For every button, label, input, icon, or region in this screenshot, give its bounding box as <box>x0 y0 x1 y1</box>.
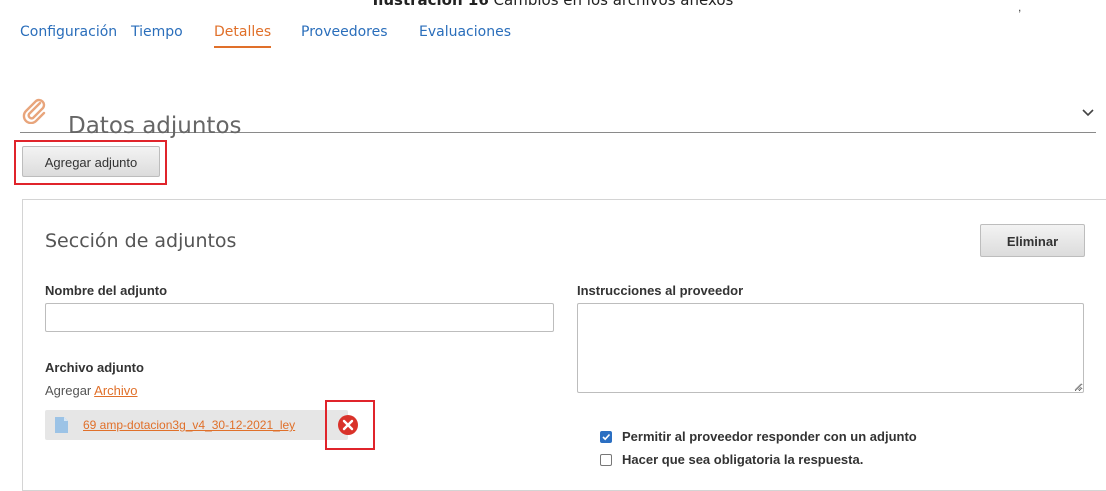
attachment-name-input[interactable] <box>45 303 554 332</box>
caption-text: Cambios en los archivos anexos <box>493 0 734 9</box>
supplier-instructions-textarea[interactable] <box>577 303 1084 393</box>
attachments-title: Datos adjuntos <box>68 113 242 140</box>
delete-button[interactable]: Eliminar <box>980 224 1085 257</box>
document-icon <box>55 417 68 433</box>
remove-circle-icon[interactable] <box>337 414 359 436</box>
tab-configuracion[interactable]: Configuración <box>20 24 117 40</box>
check-icon <box>602 433 611 441</box>
attached-file-label: Archivo adjunto <box>45 360 144 375</box>
chevron-down-icon[interactable] <box>1080 104 1096 120</box>
attached-file-chip: 69 amp-dotacion3g_v4_30-12-2021_ley <box>45 410 348 440</box>
add-file-line: Agregar Archivo <box>45 383 138 398</box>
allow-response-checkbox[interactable] <box>600 431 612 443</box>
figure-caption: Ilustración 16 Cambios en los archivos a… <box>0 0 1106 9</box>
mandatory-response-label: Hacer que sea obligatoria la respuesta. <box>622 452 864 467</box>
caption-mark: , <box>1018 0 1022 14</box>
attachment-section-panel: Sección de adjuntos Eliminar Nombre del … <box>22 199 1106 491</box>
tab-tiempo[interactable]: Tiempo <box>131 24 183 40</box>
add-file-link[interactable]: Archivo <box>94 383 137 398</box>
tab-proveedores[interactable]: Proveedores <box>301 24 388 40</box>
paperclip-icon <box>22 98 46 124</box>
mandatory-response-checkbox[interactable] <box>600 454 612 466</box>
add-attachment-button[interactable]: Agregar adjunto <box>22 146 160 177</box>
tab-evaluaciones[interactable]: Evaluaciones <box>419 24 511 40</box>
attachment-section-title: Sección de adjuntos <box>45 230 237 252</box>
tab-detalles[interactable]: Detalles <box>214 24 272 48</box>
attached-file-link[interactable]: 69 amp-dotacion3g_v4_30-12-2021_ley <box>83 418 329 432</box>
allow-response-label: Permitir al proveedor responder con un a… <box>622 429 917 444</box>
attachment-name-label: Nombre del adjunto <box>45 283 168 298</box>
attachments-header: Datos adjuntos <box>20 90 1096 139</box>
caption-prefix: Ilustración 16 <box>372 0 489 9</box>
add-file-prefix: Agregar <box>45 383 92 398</box>
supplier-instructions-label: Instrucciones al proveedor <box>577 283 744 298</box>
